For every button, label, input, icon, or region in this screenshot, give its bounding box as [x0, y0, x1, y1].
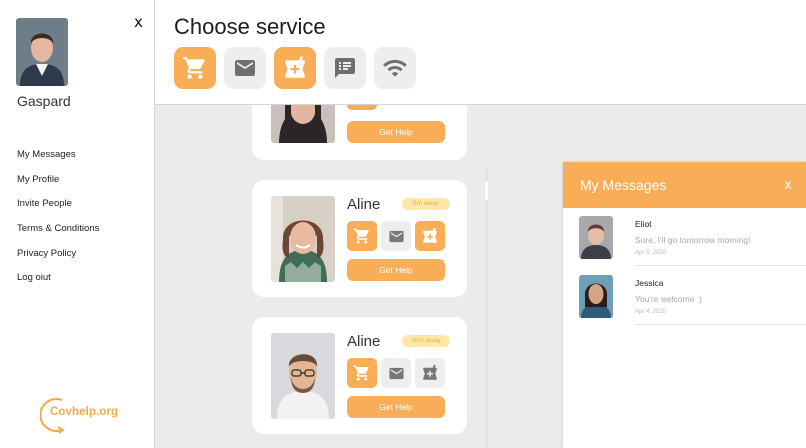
helper-name: Aline	[347, 196, 381, 213]
get-help-button[interactable]: Get Help	[347, 396, 445, 418]
get-help-button[interactable]: Get Help	[347, 259, 445, 281]
pharmacy-icon	[282, 55, 308, 81]
mail-service-button[interactable]	[381, 221, 411, 251]
sidebar-item-terms[interactable]: Terms & Conditions	[17, 224, 99, 249]
message-sender: Eliot	[635, 219, 652, 229]
message-preview: Sure, I'll go tomorrow morning!	[635, 235, 751, 245]
service-selector	[174, 47, 416, 89]
distance-badge: 5m away	[402, 198, 450, 210]
sidebar-item-invite-people[interactable]: Invite People	[17, 199, 99, 224]
sidebar-item-privacy[interactable]: Privacy Policy	[17, 248, 99, 274]
wifi-service-button[interactable]	[374, 47, 416, 89]
close-sidebar-button[interactable]: x	[134, 15, 143, 30]
cart-service-button[interactable]	[347, 358, 377, 388]
message-item[interactable]: Jessica You're welcome :) Apr 4, 2020	[563, 267, 806, 325]
user-name: Gaspard	[17, 93, 71, 109]
mail-icon	[233, 56, 257, 80]
avatar	[16, 18, 68, 86]
helper-name: Aline	[347, 333, 381, 350]
message-sender: Jessica	[635, 278, 664, 288]
page-title: Choose service	[174, 14, 326, 39]
cart-icon	[182, 55, 208, 81]
divider	[635, 324, 806, 325]
messages-header: My Messages x	[563, 162, 806, 208]
message-preview: You're welcome :)	[635, 294, 702, 304]
cart-service-button[interactable]	[347, 221, 377, 251]
message-item[interactable]: Eliot Sure, I'll go tomorrow morning! Ap…	[563, 208, 806, 266]
pharmacy-service-button[interactable]	[274, 47, 316, 89]
cart-service-button[interactable]	[174, 47, 216, 89]
scrollbar-handle[interactable]	[485, 182, 488, 200]
close-messages-button[interactable]: x	[784, 178, 792, 193]
chat-icon	[333, 56, 357, 80]
helper-photo	[271, 333, 335, 419]
chat-service-button[interactable]	[324, 47, 366, 89]
messages-panel: My Messages x Eliot Sure, I'll go tomorr…	[563, 162, 806, 448]
logo-text: Covhelp.org	[50, 406, 119, 418]
helper-card-2: Aline 5m away Get Help	[252, 180, 467, 297]
helper-card-3: Aline 10m away Get Help	[252, 317, 467, 434]
avatar	[579, 275, 613, 318]
sidebar-item-logout[interactable]: Log oiut	[17, 273, 99, 298]
sidebar: x Gaspard My Messages My Profile Invite …	[0, 0, 155, 448]
sidebar-nav: My Messages My Profile Invite People Ter…	[17, 150, 99, 298]
helper-photo	[271, 196, 335, 282]
logo: Covhelp.org	[40, 394, 120, 434]
content-divider	[486, 165, 487, 448]
service-header: Choose service	[155, 0, 806, 105]
sidebar-item-my-messages[interactable]: My Messages	[17, 150, 99, 175]
sidebar-item-my-profile[interactable]: My Profile	[17, 174, 99, 200]
pharmacy-service-button[interactable]	[415, 358, 445, 388]
messages-title: My Messages	[580, 177, 667, 193]
mail-service-button[interactable]	[224, 47, 266, 89]
get-help-button[interactable]: Get Help	[347, 121, 445, 143]
message-date: Apr 5, 2020	[635, 250, 667, 256]
avatar	[579, 216, 613, 259]
distance-badge: 10m away	[402, 335, 450, 347]
message-date: Apr 4, 2020	[635, 309, 667, 315]
wifi-icon	[382, 55, 408, 81]
mail-service-button[interactable]	[381, 358, 411, 388]
pharmacy-service-button[interactable]	[415, 221, 445, 251]
divider	[635, 265, 806, 266]
